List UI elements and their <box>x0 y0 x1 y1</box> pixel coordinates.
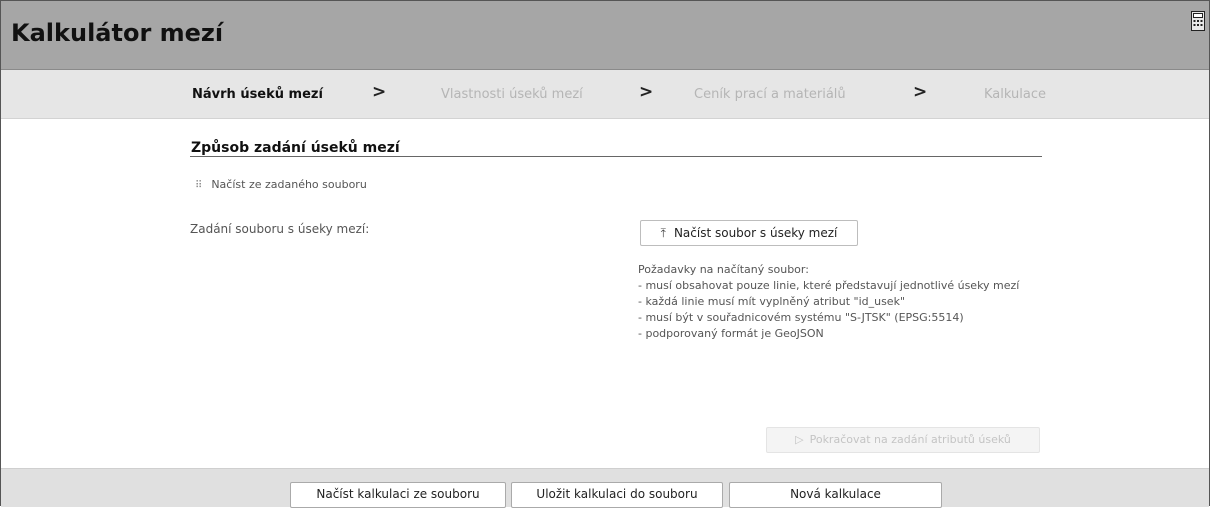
upload-icon: ⤒ <box>660 226 666 240</box>
footer-bar: Načíst kalkulaci ze souboru Uložit kalku… <box>1 468 1209 508</box>
step-4[interactable]: Kalkulace <box>984 87 1046 102</box>
requirement-item: - každá linie musí mít vyplněný atribut … <box>638 295 906 308</box>
chevron-right-icon: > <box>913 82 928 102</box>
method-option-label: Načíst ze zadaného souboru <box>211 178 367 191</box>
upload-file-button[interactable]: ⤒ Načíst soubor s úseky mezí <box>640 220 858 246</box>
requirements-heading: Požadavky na načítaný soubor: <box>638 263 809 276</box>
chevron-right-icon: > <box>372 82 387 102</box>
file-requirements: Požadavky na načítaný soubor: - musí obs… <box>638 262 1019 342</box>
new-calculation-button[interactable]: Nová kalkulace <box>729 482 942 508</box>
save-calculation-button[interactable]: Uložit kalkulaci do souboru <box>511 482 723 508</box>
requirement-item: - musí obsahovat pouze linie, které před… <box>638 279 1020 292</box>
method-option[interactable]: ⠿ Načíst ze zadaného souboru <box>195 178 367 191</box>
play-icon: ▷ <box>795 433 804 446</box>
app-title: Kalkulátor mezí <box>11 19 224 47</box>
step-1[interactable]: Návrh úseků mezí <box>192 87 323 102</box>
continue-button-label: Pokračovat na zadání atributů úseků <box>809 433 1011 446</box>
section-title: Způsob zadání úseků mezí <box>191 140 400 156</box>
continue-button[interactable]: ▷ Pokračovat na zadání atributů úseků <box>766 427 1040 453</box>
calculator-icon[interactable] <box>1191 11 1205 35</box>
title-bar: Kalkulátor mezí <box>1 1 1209 70</box>
load-calculation-button[interactable]: Načíst kalkulaci ze souboru <box>290 482 506 508</box>
wizard-steps: Návrh úseků mezí > Vlastnosti úseků mezí… <box>1 70 1209 119</box>
requirement-item: - musí být v souřadnicovém systému "S-JT… <box>638 311 964 324</box>
drag-handle-icon: ⠿ <box>195 180 202 191</box>
section-divider <box>190 156 1042 157</box>
file-input-label: Zadání souboru s úseky mezí: <box>190 222 370 236</box>
step-3[interactable]: Ceník prací a materiálů <box>694 87 846 102</box>
requirement-item: - podporovaný formát je GeoJSON <box>638 327 824 340</box>
step-2[interactable]: Vlastnosti úseků mezí <box>441 87 583 102</box>
chevron-right-icon: > <box>639 82 654 102</box>
upload-file-button-label: Načíst soubor s úseky mezí <box>673 226 838 240</box>
